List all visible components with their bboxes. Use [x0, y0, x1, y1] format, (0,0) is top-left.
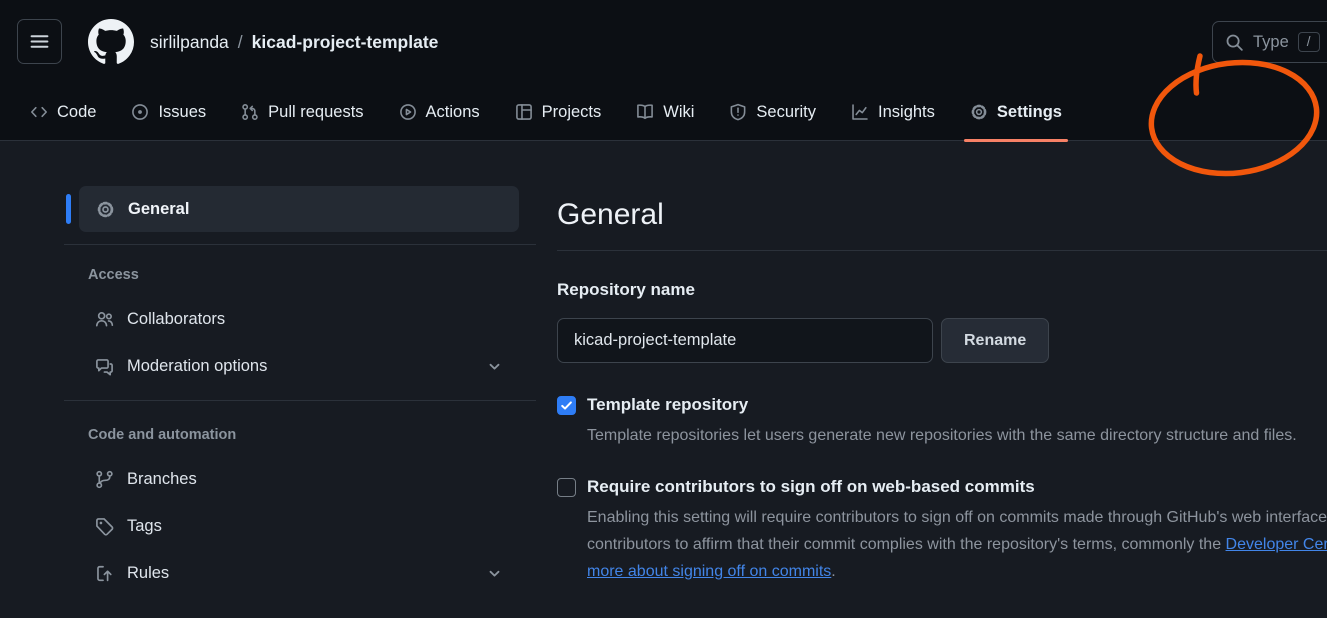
- breadcrumb-separator: /: [229, 32, 252, 53]
- tab-settings[interactable]: Settings: [970, 84, 1062, 141]
- header: sirlilpanda / kicad-project-template Typ…: [0, 0, 1327, 84]
- tab-issues[interactable]: Issues: [131, 84, 206, 141]
- sidebar-divider: [64, 244, 536, 245]
- git-pull-request-icon: [241, 103, 259, 121]
- github-mark-icon: [88, 19, 134, 65]
- slash-key-hint: /: [1298, 32, 1320, 52]
- sidebar-item-general[interactable]: General: [79, 186, 519, 232]
- table-icon: [515, 103, 533, 121]
- signoff-description-line1: Enabling this setting will require contr…: [587, 504, 1327, 531]
- tab-insights[interactable]: Insights: [851, 84, 935, 141]
- gear-icon: [96, 200, 115, 219]
- sidebar-section-code-and-automation: Code and automation: [88, 427, 536, 443]
- search-icon: [1225, 33, 1244, 52]
- dco-link[interactable]: Developer Certificate of Origin (DCO): [1226, 536, 1327, 553]
- signoff-description-line3: more about signing off on commits.: [587, 558, 1327, 585]
- hamburger-menu-button[interactable]: [17, 19, 62, 64]
- sidebar-item-tags[interactable]: Tags: [64, 503, 536, 550]
- shield-icon: [729, 103, 747, 121]
- sidebar-section-access: Access: [88, 267, 536, 283]
- signoff-description-line2: contributors to affirm that their commit…: [587, 531, 1327, 558]
- github-logo[interactable]: [88, 19, 134, 65]
- check-icon: [559, 398, 574, 413]
- gear-icon: [970, 103, 988, 121]
- sidebar-item-collaborators[interactable]: Collaborators: [64, 296, 536, 343]
- comment-discussion-icon: [95, 357, 114, 376]
- rules-icon: [95, 564, 114, 583]
- tab-actions[interactable]: Actions: [399, 84, 480, 141]
- repository-name-label: Repository name: [557, 279, 1327, 301]
- tab-pull-requests[interactable]: Pull requests: [241, 84, 363, 141]
- signoff-checkbox[interactable]: [557, 478, 576, 497]
- sidebar-divider: [64, 400, 536, 401]
- rename-button[interactable]: Rename: [941, 318, 1049, 363]
- search-placeholder: Type: [1253, 33, 1289, 52]
- graph-icon: [851, 103, 869, 121]
- breadcrumb-repo[interactable]: kicad-project-template: [252, 32, 439, 53]
- sidebar-item-rules[interactable]: Rules: [64, 550, 536, 597]
- breadcrumb-owner[interactable]: sirlilpanda: [150, 32, 229, 53]
- tab-wiki[interactable]: Wiki: [636, 84, 694, 141]
- tab-security[interactable]: Security: [729, 84, 816, 141]
- active-item-indicator: [66, 194, 71, 224]
- content-divider: [557, 250, 1327, 251]
- signoff-label: Require contributors to sign off on web-…: [587, 476, 1327, 498]
- git-branch-icon: [95, 470, 114, 489]
- sidebar-item-branches[interactable]: Branches: [64, 456, 536, 503]
- people-icon: [95, 310, 114, 329]
- template-repository-label: Template repository: [587, 394, 1297, 416]
- sidebar-item-moderation-options[interactable]: Moderation options: [64, 343, 536, 390]
- play-circle-icon: [399, 103, 417, 121]
- chevron-down-icon: [486, 565, 503, 582]
- issue-opened-icon: [131, 103, 149, 121]
- search-box[interactable]: Type /: [1212, 21, 1327, 63]
- page-title: General: [557, 194, 1327, 236]
- settings-main: General Repository name Rename Template …: [557, 186, 1327, 585]
- tab-projects[interactable]: Projects: [515, 84, 602, 141]
- repo-nav: Code Issues Pull requests Actions Projec…: [0, 84, 1327, 141]
- breadcrumb: sirlilpanda / kicad-project-template: [150, 0, 438, 84]
- signoff-learn-more-link[interactable]: more about signing off on commits: [587, 563, 831, 580]
- hamburger-icon: [29, 31, 50, 52]
- chevron-down-icon: [486, 358, 503, 375]
- template-repository-checkbox[interactable]: [557, 396, 576, 415]
- tag-icon: [95, 517, 114, 536]
- settings-sidebar: General Access Collaborators Moderation …: [64, 186, 536, 597]
- repository-name-input[interactable]: [557, 318, 933, 363]
- template-repository-description: Template repositories let users generate…: [587, 422, 1297, 449]
- tab-code[interactable]: Code: [30, 84, 96, 141]
- book-icon: [636, 103, 654, 121]
- code-icon: [30, 103, 48, 121]
